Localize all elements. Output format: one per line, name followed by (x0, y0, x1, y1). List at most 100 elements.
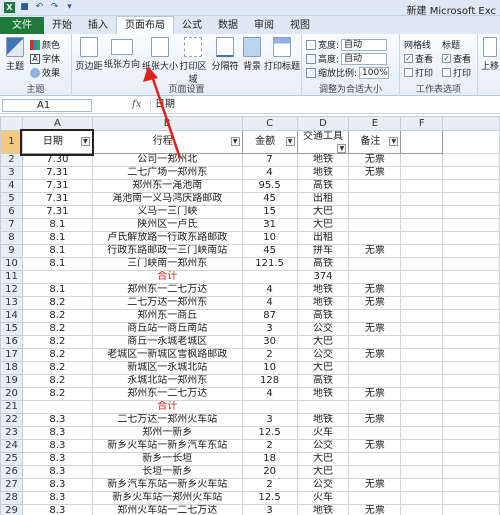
column-header-e[interactable]: E (348, 116, 402, 131)
cell[interactable]: 新乡一长垣 (91, 452, 243, 466)
cell[interactable] (442, 309, 500, 323)
cell[interactable] (241, 400, 298, 414)
cell[interactable] (442, 400, 500, 414)
row-header[interactable]: 6 (0, 205, 23, 219)
cell[interactable]: 备注 ▼ (348, 130, 402, 154)
tab-home[interactable]: 开始 (44, 17, 80, 34)
tab-review[interactable]: 审阅 (246, 17, 282, 34)
column-header-f[interactable]: F (400, 116, 444, 131)
cell[interactable]: 郑州东一二七万达 (91, 283, 243, 297)
cell[interactable] (400, 478, 444, 492)
cell[interactable] (442, 374, 500, 388)
cell[interactable]: 二七万达一郑州东 (91, 296, 243, 310)
cell[interactable]: 二七广场一郑州东 (91, 166, 243, 180)
cell[interactable] (21, 270, 93, 284)
row-header[interactable]: 29 (0, 504, 23, 515)
cell[interactable]: 公交 (296, 478, 350, 492)
cell[interactable] (400, 426, 444, 440)
cell[interactable] (348, 361, 402, 375)
cell[interactable] (400, 296, 444, 310)
filter-dropdown-icon[interactable]: ▼ (389, 137, 399, 146)
bring-forward-button[interactable]: 上移 (480, 37, 500, 72)
tab-view[interactable]: 视图 (282, 17, 318, 34)
cell[interactable]: 出租 (296, 192, 350, 206)
cell[interactable] (400, 309, 444, 323)
cell[interactable] (400, 153, 444, 167)
cell[interactable]: 8.1 (21, 231, 93, 245)
cell[interactable]: 无票 (348, 322, 402, 336)
cell[interactable]: 高铁 (296, 257, 350, 271)
select-all-corner[interactable] (0, 116, 23, 131)
cell[interactable] (348, 426, 402, 440)
cell[interactable]: 陕州区一卢氏 (91, 218, 243, 232)
cell[interactable]: 7.31 (21, 166, 93, 180)
cell[interactable]: 大巴 (296, 452, 350, 466)
cell[interactable] (442, 283, 500, 297)
cell[interactable]: 45 (241, 192, 298, 206)
cell[interactable] (348, 452, 402, 466)
cell[interactable] (400, 387, 444, 401)
cell[interactable]: 8.3 (21, 504, 93, 515)
cell[interactable] (442, 361, 500, 375)
cell[interactable] (442, 439, 500, 453)
row-header[interactable]: 5 (0, 192, 23, 206)
cell[interactable]: 火车 (296, 426, 350, 440)
cell[interactable]: 新乡火车站一郑州火车站 (91, 491, 243, 505)
cell[interactable]: 无票 (348, 504, 402, 515)
cell[interactable]: 火车 (296, 491, 350, 505)
print-area-button[interactable]: 打印区域 (176, 37, 210, 85)
cell[interactable]: 新乡汽车东站一新乡火车站 (91, 478, 243, 492)
scale-input[interactable]: 100% (359, 66, 390, 79)
cell[interactable]: 长垣一新乡 (91, 465, 243, 479)
cell[interactable] (400, 283, 444, 297)
cell[interactable] (442, 491, 500, 505)
cell[interactable]: 8.1 (21, 257, 93, 271)
cell[interactable]: 无票 (348, 244, 402, 258)
row-header[interactable]: 17 (0, 348, 23, 362)
cell[interactable] (348, 491, 402, 505)
cell[interactable] (400, 218, 444, 232)
cell[interactable]: 30 (241, 335, 298, 349)
gridlines-print[interactable]: 打印 (404, 66, 433, 79)
cell[interactable]: 新城区一永城北站 (91, 361, 243, 375)
cell[interactable]: 郑州东一二七万达 (91, 387, 243, 401)
cell[interactable]: 行政东路邮政一三门峡南站 (91, 244, 243, 258)
cell[interactable]: 郑州火车站一二七万达 (91, 504, 243, 515)
row-header[interactable]: 23 (0, 426, 23, 440)
row-header[interactable]: 4 (0, 179, 23, 193)
cell[interactable]: 金额 ▼ (241, 130, 298, 154)
cell[interactable] (400, 244, 444, 258)
cell[interactable] (442, 130, 500, 154)
cell[interactable]: 8.2 (21, 348, 93, 362)
row-header[interactable]: 14 (0, 309, 23, 323)
cell[interactable]: 8.3 (21, 491, 93, 505)
cell[interactable]: 老城区一新城区雪枫路邮政 (91, 348, 243, 362)
cell[interactable]: 8.3 (21, 439, 93, 453)
cell[interactable] (400, 348, 444, 362)
cell[interactable] (400, 439, 444, 453)
cell[interactable] (442, 413, 500, 427)
row-header[interactable]: 21 (0, 400, 23, 414)
cell[interactable] (442, 179, 500, 193)
cell[interactable] (348, 257, 402, 271)
cell[interactable]: 2 (241, 348, 298, 362)
row-header[interactable]: 11 (0, 270, 23, 284)
formula-input[interactable]: 日期 (150, 99, 498, 112)
background-button[interactable]: 背景 (240, 37, 264, 72)
cell[interactable] (348, 335, 402, 349)
tab-insert[interactable]: 插入 (80, 17, 116, 34)
cell[interactable]: 合计 (91, 270, 243, 284)
cell[interactable]: 无票 (348, 283, 402, 297)
cell[interactable] (442, 231, 500, 245)
cell[interactable] (442, 205, 500, 219)
cell[interactable]: 地铁 (296, 283, 350, 297)
cell[interactable]: 公交 (296, 439, 350, 453)
cell[interactable]: 3 (241, 504, 298, 515)
cell[interactable]: 8.3 (21, 413, 93, 427)
cell[interactable]: 公司一郑州北 (91, 153, 243, 167)
gridlines-view[interactable]: ✓ 查看 (404, 52, 433, 65)
cell[interactable]: 7.31 (21, 205, 93, 219)
cell[interactable]: 4 (241, 166, 298, 180)
cell[interactable]: 45 (241, 244, 298, 258)
cell[interactable]: 8.1 (21, 244, 93, 258)
